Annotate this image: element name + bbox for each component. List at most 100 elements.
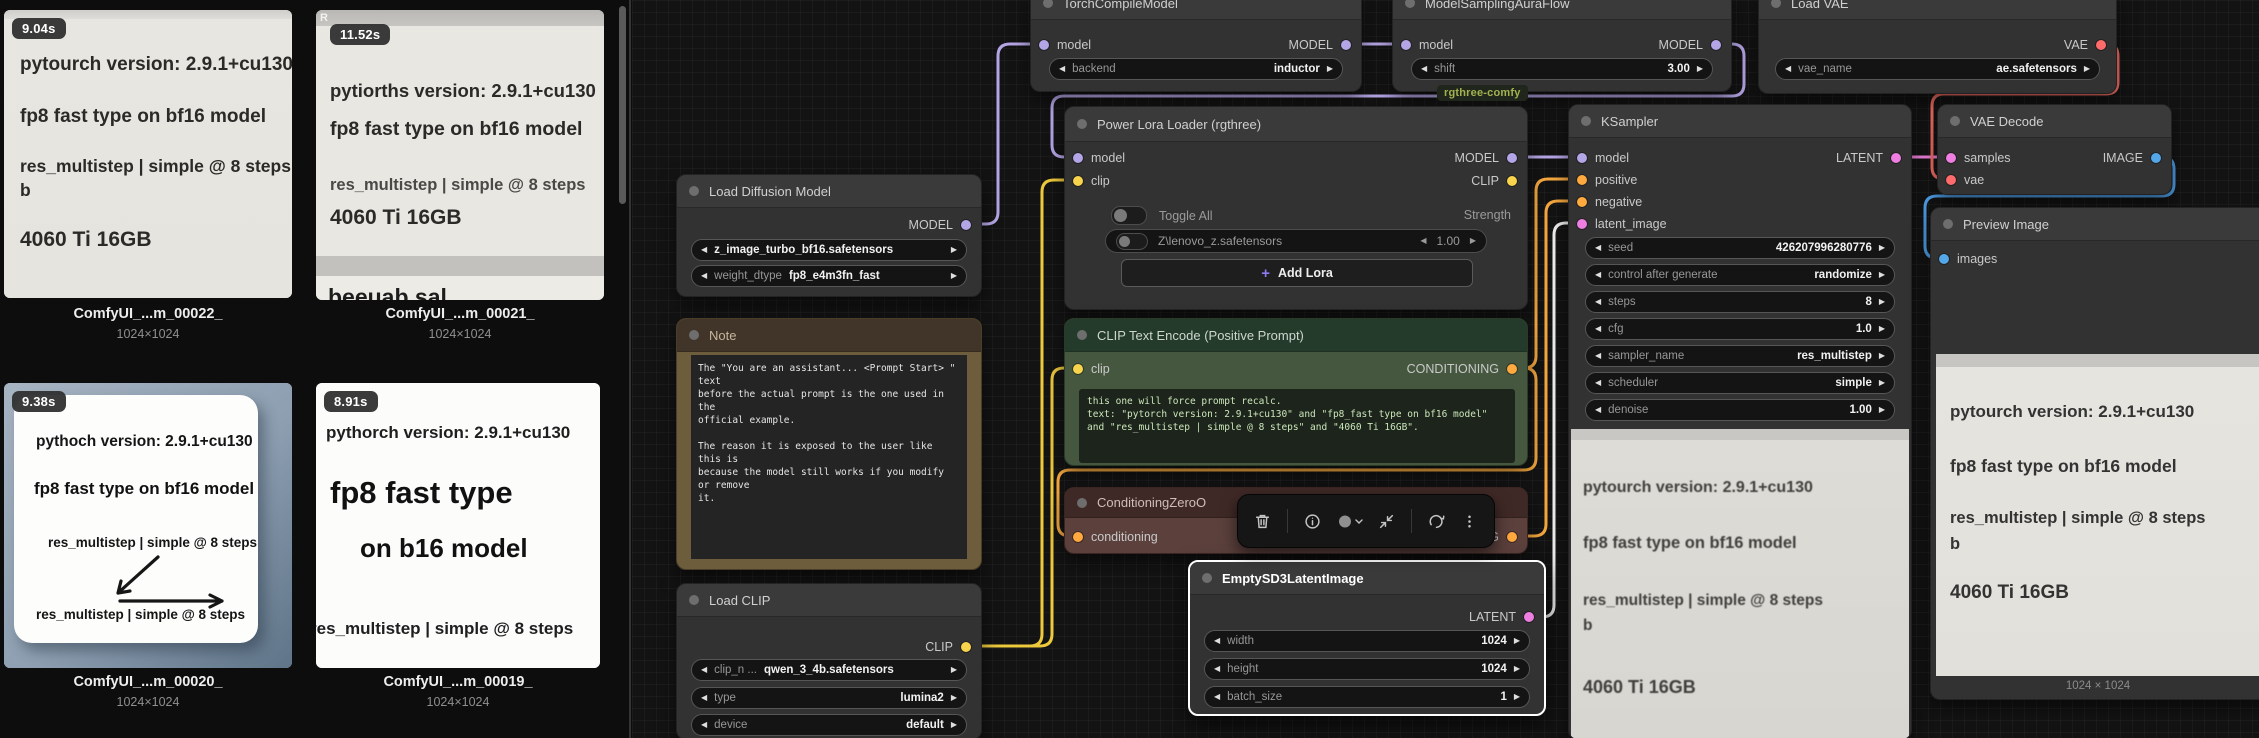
- decrement-arrow-icon[interactable]: ◀: [1595, 271, 1601, 279]
- output-model[interactable]: MODEL: [909, 217, 971, 233]
- gallery-image[interactable]: pythoch version: 2.9.1+cu130 fp8 fast ty…: [4, 383, 292, 668]
- increment-arrow-icon[interactable]: ▶: [951, 694, 957, 702]
- collapse-dot-icon[interactable]: [1581, 116, 1591, 126]
- delete-icon[interactable]: [1254, 513, 1271, 530]
- decrement-arrow-icon[interactable]: ◀: [701, 721, 707, 729]
- decrement-arrow-icon[interactable]: ◀: [1595, 406, 1601, 414]
- port-dot[interactable]: [1073, 364, 1083, 374]
- node-load-clip[interactable]: Load CLIP CLIP ◀clip_n ...qwen_3_4b.safe…: [676, 583, 982, 738]
- port-dot[interactable]: [1946, 153, 1956, 163]
- gallery-scrollbar[interactable]: [619, 6, 626, 204]
- node-header[interactable]: TorchCompileModel: [1031, 0, 1361, 20]
- increment-arrow-icon[interactable]: ▶: [1879, 379, 1885, 387]
- widget-steps[interactable]: ◀steps8▶: [1585, 291, 1895, 313]
- widget-denoise[interactable]: ◀denoise1.00▶: [1585, 399, 1895, 421]
- node-load-diffusion-model[interactable]: Load Diffusion Model MODEL ◀z_image_turb…: [676, 174, 982, 297]
- input-negative[interactable]: negative: [1577, 194, 1642, 210]
- widget-vae-name[interactable]: ◀vae_nameae.safetensors▶: [1775, 58, 2100, 80]
- decrement-arrow-icon[interactable]: ◀: [1214, 693, 1220, 701]
- port-dot[interactable]: [1524, 612, 1534, 622]
- node-header[interactable]: VAE Decode: [1938, 105, 2171, 138]
- info-icon[interactable]: [1304, 513, 1321, 530]
- port-dot[interactable]: [1341, 40, 1351, 50]
- port-dot[interactable]: [1577, 219, 1587, 229]
- input-vae[interactable]: vae: [1946, 172, 1984, 188]
- lora-strength[interactable]: 1.00: [1436, 234, 1459, 248]
- widget-control-after-generate[interactable]: ◀control after generaterandomize▶: [1585, 264, 1895, 286]
- collapse-dot-icon[interactable]: [1405, 0, 1415, 8]
- decrement-arrow-icon[interactable]: ◀: [1595, 379, 1601, 387]
- widget-width[interactable]: ◀width1024▶: [1204, 630, 1530, 652]
- increment-arrow-icon[interactable]: ▶: [951, 666, 957, 674]
- widget-model-name[interactable]: ◀z_image_turbo_bf16.safetensors▶: [691, 239, 967, 261]
- output-model[interactable]: MODEL: [1455, 150, 1517, 166]
- collapse-dot-icon[interactable]: [1043, 0, 1053, 8]
- node-power-lora-loader[interactable]: Power Lora Loader (rgthree) model clip M…: [1064, 106, 1528, 310]
- input-clip[interactable]: clip: [1073, 173, 1110, 189]
- output-model[interactable]: MODEL: [1659, 37, 1721, 53]
- preview-image-output[interactable]: pytourch version: 2.9.1+cu130 fp8 fast t…: [1936, 354, 2259, 676]
- widget-sampler-name[interactable]: ◀sampler_nameres_multistep▶: [1585, 345, 1895, 367]
- node-load-vae[interactable]: Load VAE VAE ◀vae_nameae.safetensors▶: [1758, 0, 2117, 94]
- input-clip[interactable]: clip: [1073, 361, 1110, 377]
- widget-device[interactable]: ◀devicedefault▶: [691, 714, 967, 736]
- collapse-dot-icon[interactable]: [1943, 219, 1953, 229]
- prompt-textarea[interactable]: this one will force prompt recalc. text:…: [1079, 389, 1515, 463]
- node-header[interactable]: CLIP Text Encode (Positive Prompt): [1065, 319, 1527, 352]
- port-dot[interactable]: [1073, 153, 1083, 163]
- node-header[interactable]: Load VAE: [1759, 0, 2116, 20]
- widget-clip-name[interactable]: ◀clip_n ...qwen_3_4b.safetensors▶: [691, 659, 967, 681]
- collapse-dot-icon[interactable]: [1077, 119, 1087, 129]
- node-modelsamplingauraflow[interactable]: ModelSamplingAuraFlow model MODEL ◀shift…: [1392, 0, 1732, 92]
- increment-arrow-icon[interactable]: ▶: [1879, 298, 1885, 306]
- node-header[interactable]: Load Diffusion Model: [677, 175, 981, 208]
- port-dot[interactable]: [1711, 40, 1721, 50]
- lora-row[interactable]: Z\lenovo_z.safetensors ◀ 1.00 ▶: [1105, 229, 1487, 253]
- output-model[interactable]: MODEL: [1289, 37, 1351, 53]
- output-conditioning[interactable]: CONDITIONING: [1407, 361, 1517, 377]
- toggle-all-switch[interactable]: [1111, 206, 1147, 225]
- gallery-image[interactable]: pythorch version: 2.9.1+cu130 fp8 fast t…: [316, 383, 600, 668]
- widget-type[interactable]: ◀typelumina2▶: [691, 687, 967, 709]
- node-ksampler[interactable]: KSampler model positive negative latent_…: [1568, 104, 1912, 738]
- widget-height[interactable]: ◀height1024▶: [1204, 658, 1530, 680]
- port-dot[interactable]: [961, 220, 971, 230]
- widget-backend[interactable]: ◀backendinductor▶: [1049, 58, 1343, 80]
- node-vae-decode[interactable]: VAE Decode samples vae IMAGE: [1937, 104, 2172, 195]
- decrement-arrow-icon[interactable]: ◀: [1785, 65, 1791, 73]
- input-positive[interactable]: positive: [1577, 172, 1637, 188]
- decrement-arrow-icon[interactable]: ◀: [1420, 237, 1426, 245]
- increment-arrow-icon[interactable]: ▶: [951, 272, 957, 280]
- input-conditioning[interactable]: conditioning: [1073, 529, 1158, 545]
- node-note[interactable]: Note The "You are an assistant... <Promp…: [676, 318, 982, 570]
- node-header[interactable]: Preview Image: [1931, 208, 2259, 241]
- lora-name[interactable]: Z\lenovo_z.safetensors: [1158, 234, 1282, 248]
- widget-batch-size[interactable]: ◀batch_size1▶: [1204, 686, 1530, 708]
- image-filename[interactable]: ComfyUI_...m_00021_: [316, 306, 604, 322]
- output-clip[interactable]: CLIP: [925, 639, 971, 655]
- lora-toggle-switch[interactable]: [1116, 233, 1148, 250]
- decrement-arrow-icon[interactable]: ◀: [1421, 65, 1427, 73]
- decrement-arrow-icon[interactable]: ◀: [701, 694, 707, 702]
- decrement-arrow-icon[interactable]: ◀: [701, 246, 707, 254]
- port-dot[interactable]: [1039, 40, 1049, 50]
- port-dot[interactable]: [1946, 175, 1956, 185]
- decrement-arrow-icon[interactable]: ◀: [701, 666, 707, 674]
- port-dot[interactable]: [1073, 532, 1083, 542]
- ksampler-preview-image[interactable]: pytourch version: 2.9.1+cu130 fp8 fast t…: [1571, 429, 1909, 738]
- port-dot[interactable]: [1073, 176, 1083, 186]
- collapse-dot-icon[interactable]: [1077, 330, 1087, 340]
- increment-arrow-icon[interactable]: ▶: [1879, 271, 1885, 279]
- gallery-image[interactable]: pytiorths version: 2.9.1+cu130 fp8 fast …: [316, 10, 604, 300]
- increment-arrow-icon[interactable]: ▶: [1514, 665, 1520, 673]
- collapse-dot-icon[interactable]: [689, 186, 699, 196]
- port-dot[interactable]: [1507, 364, 1517, 374]
- widget-weight-dtype[interactable]: ◀weight_dtypefp8_e4m3fn_fast▶: [691, 265, 967, 287]
- port-dot[interactable]: [1507, 176, 1517, 186]
- node-header[interactable]: EmptySD3LatentImage: [1190, 562, 1544, 595]
- output-image[interactable]: IMAGE: [2103, 150, 2161, 166]
- port-dot[interactable]: [1577, 153, 1587, 163]
- widget-scheduler[interactable]: ◀schedulersimple▶: [1585, 372, 1895, 394]
- node-header[interactable]: Note: [677, 319, 981, 352]
- port-dot[interactable]: [1507, 532, 1517, 542]
